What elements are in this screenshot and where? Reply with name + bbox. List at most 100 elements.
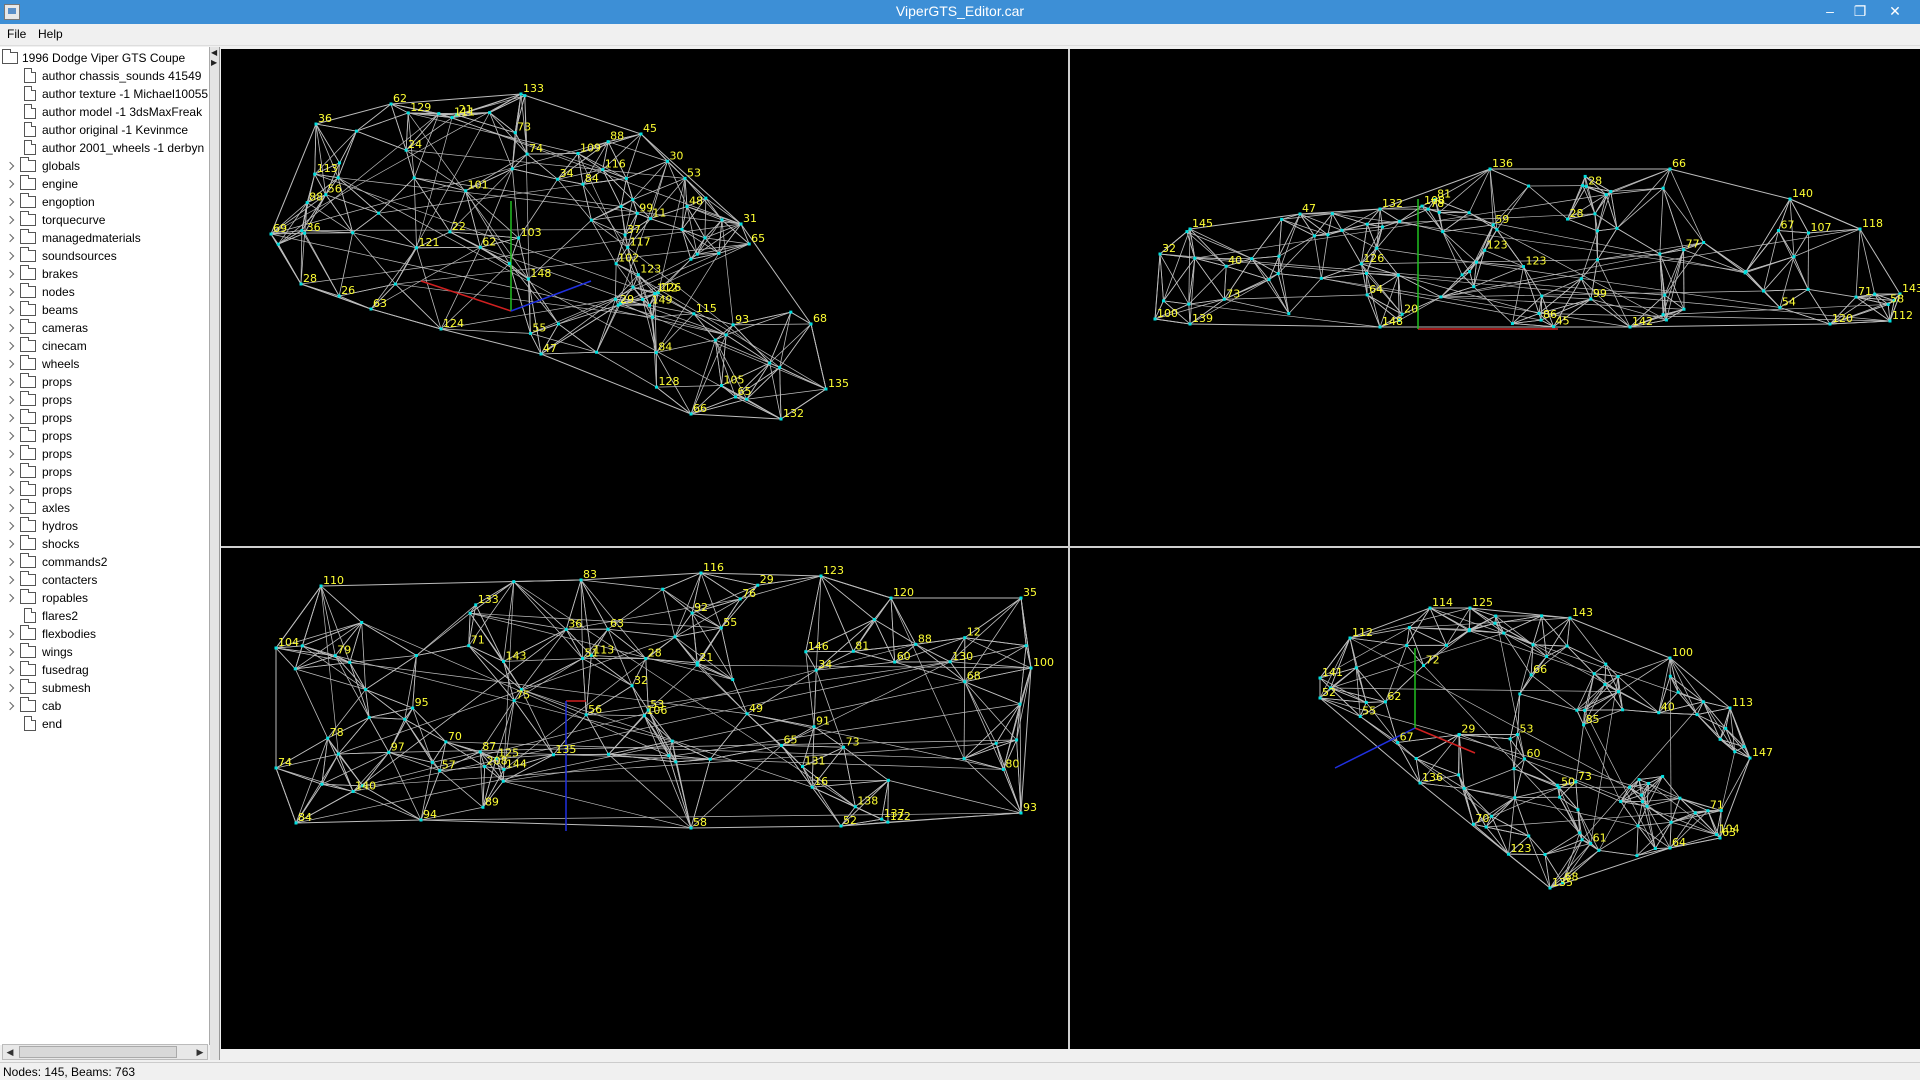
node-point[interactable] — [1636, 824, 1640, 828]
node-point[interactable] — [1267, 278, 1271, 282]
tree-item-folder[interactable]: props — [0, 373, 209, 391]
chevron-right-icon[interactable] — [5, 233, 15, 243]
tree-item-author[interactable]: author 2001_wheels -1 derbyn — [0, 139, 209, 157]
chevron-right-icon[interactable] — [5, 467, 15, 477]
node-point[interactable] — [1661, 774, 1665, 778]
node-point[interactable] — [631, 198, 635, 202]
node-point[interactable] — [1678, 796, 1682, 800]
node-point[interactable] — [1439, 295, 1443, 299]
node-point[interactable] — [276, 242, 280, 246]
chevron-right-icon[interactable] — [5, 197, 15, 207]
node-point[interactable] — [1579, 277, 1583, 281]
node-point[interactable] — [1457, 733, 1461, 737]
tree-item-folder[interactable]: contacters — [0, 571, 209, 589]
node-point[interactable] — [512, 580, 516, 584]
tree-item-folder[interactable]: torquecurve — [0, 211, 209, 229]
node-point[interactable] — [1354, 666, 1358, 670]
tree-item-folder[interactable]: submesh — [0, 679, 209, 697]
splitter-collapse-left-icon[interactable]: ◀ — [211, 48, 217, 57]
node-point[interactable] — [1669, 820, 1673, 824]
node-point[interactable] — [1437, 210, 1441, 214]
node-point[interactable] — [1441, 230, 1445, 234]
node-point[interactable] — [619, 205, 623, 209]
tree-item-folder[interactable]: cinecam — [0, 337, 209, 355]
node-point[interactable] — [1543, 852, 1547, 856]
node-point[interactable] — [670, 739, 674, 743]
node-point[interactable] — [1276, 272, 1280, 276]
chevron-right-icon[interactable] — [5, 557, 15, 567]
tree-item-folder[interactable]: cab — [0, 697, 209, 715]
chevron-right-icon[interactable] — [5, 647, 15, 657]
node-point[interactable] — [1277, 254, 1281, 258]
node-point[interactable] — [1565, 644, 1569, 648]
node-point[interactable] — [320, 782, 324, 786]
chevron-right-icon[interactable] — [5, 377, 15, 387]
node-point[interactable] — [667, 754, 671, 758]
close-button[interactable]: ✕ — [1880, 0, 1910, 24]
chevron-right-icon[interactable] — [5, 269, 15, 279]
node-point[interactable] — [300, 229, 304, 233]
tree-item-file[interactable]: end — [0, 715, 209, 733]
node-point[interactable] — [1161, 299, 1165, 303]
node-point[interactable] — [1604, 193, 1608, 197]
node-point[interactable] — [1616, 690, 1620, 694]
node-point[interactable] — [631, 285, 635, 289]
node-point[interactable] — [1287, 312, 1291, 316]
node-point[interactable] — [1663, 293, 1667, 297]
chevron-right-icon[interactable] — [5, 665, 15, 675]
chevron-right-icon[interactable] — [5, 161, 15, 171]
node-point[interactable] — [1873, 292, 1877, 296]
node-point[interactable] — [673, 635, 677, 639]
node-point[interactable] — [1319, 276, 1323, 280]
chevron-right-icon[interactable] — [5, 503, 15, 513]
node-point[interactable] — [695, 663, 699, 667]
node-point[interactable] — [1015, 738, 1019, 742]
tree-panel[interactable]: 1996 Dodge Viper GTS Coupe author chassis… — [0, 47, 210, 1045]
tree-item-author[interactable]: author original -1 Kevinmce — [0, 121, 209, 139]
node-point[interactable] — [703, 236, 707, 240]
node-point[interactable] — [1806, 287, 1810, 291]
scroll-left-icon[interactable]: ◀ — [3, 1045, 17, 1059]
node-point[interactable] — [1460, 273, 1464, 277]
node-point[interactable] — [364, 687, 368, 691]
node-point[interactable] — [674, 760, 678, 764]
node-point[interactable] — [336, 752, 340, 756]
node-point[interactable] — [430, 760, 434, 764]
node-point[interactable] — [1583, 708, 1587, 712]
tree-item-folder[interactable]: props — [0, 481, 209, 499]
node-point[interactable] — [1540, 614, 1544, 618]
wireframe-canvas[interactable]: 32 145 47 132 136 66 140 118 143 112 120 142 148 139 1… — [1070, 49, 1920, 546]
node-point[interactable] — [886, 778, 890, 782]
minimize-button[interactable]: – — [1815, 0, 1845, 24]
node-point[interactable] — [1733, 750, 1737, 754]
node-point[interactable] — [1724, 727, 1728, 731]
node-point[interactable] — [1645, 804, 1649, 808]
node-point[interactable] — [1531, 643, 1535, 647]
chevron-right-icon[interactable] — [5, 179, 15, 189]
node-point[interactable] — [1512, 767, 1516, 771]
node-point[interactable] — [1647, 781, 1651, 785]
node-point[interactable] — [1540, 294, 1544, 298]
node-point[interactable] — [1407, 626, 1411, 630]
node-point[interactable] — [1628, 785, 1632, 789]
node-point[interactable] — [1661, 313, 1665, 317]
wireframe-canvas[interactable]: 69 36 62 133 45 31 68 135 132 66 47 124 63 28 30 48 24 12… — [221, 49, 1068, 546]
node-point[interactable] — [1537, 311, 1541, 315]
node-point[interactable] — [717, 251, 721, 255]
node-point[interactable] — [1653, 846, 1657, 850]
node-point[interactable] — [1592, 672, 1596, 676]
node-point[interactable] — [680, 227, 684, 231]
chevron-right-icon[interactable] — [5, 251, 15, 261]
node-point[interactable] — [778, 365, 782, 369]
node-point[interactable] — [488, 111, 492, 115]
splitter-expand-right-icon[interactable]: ▶ — [211, 58, 217, 67]
node-point[interactable] — [724, 333, 728, 337]
tree-item-folder[interactable]: commands2 — [0, 553, 209, 571]
tree-item-folder[interactable]: props — [0, 463, 209, 481]
node-point[interactable] — [1330, 212, 1334, 216]
node-point[interactable] — [1668, 674, 1672, 678]
wireframe-canvas[interactable]: 141112114 1251431001131476364135136526185… — [1070, 548, 1920, 1049]
node-point[interactable] — [1475, 260, 1479, 264]
node-point[interactable] — [650, 315, 654, 319]
node-point[interactable] — [1508, 737, 1512, 741]
